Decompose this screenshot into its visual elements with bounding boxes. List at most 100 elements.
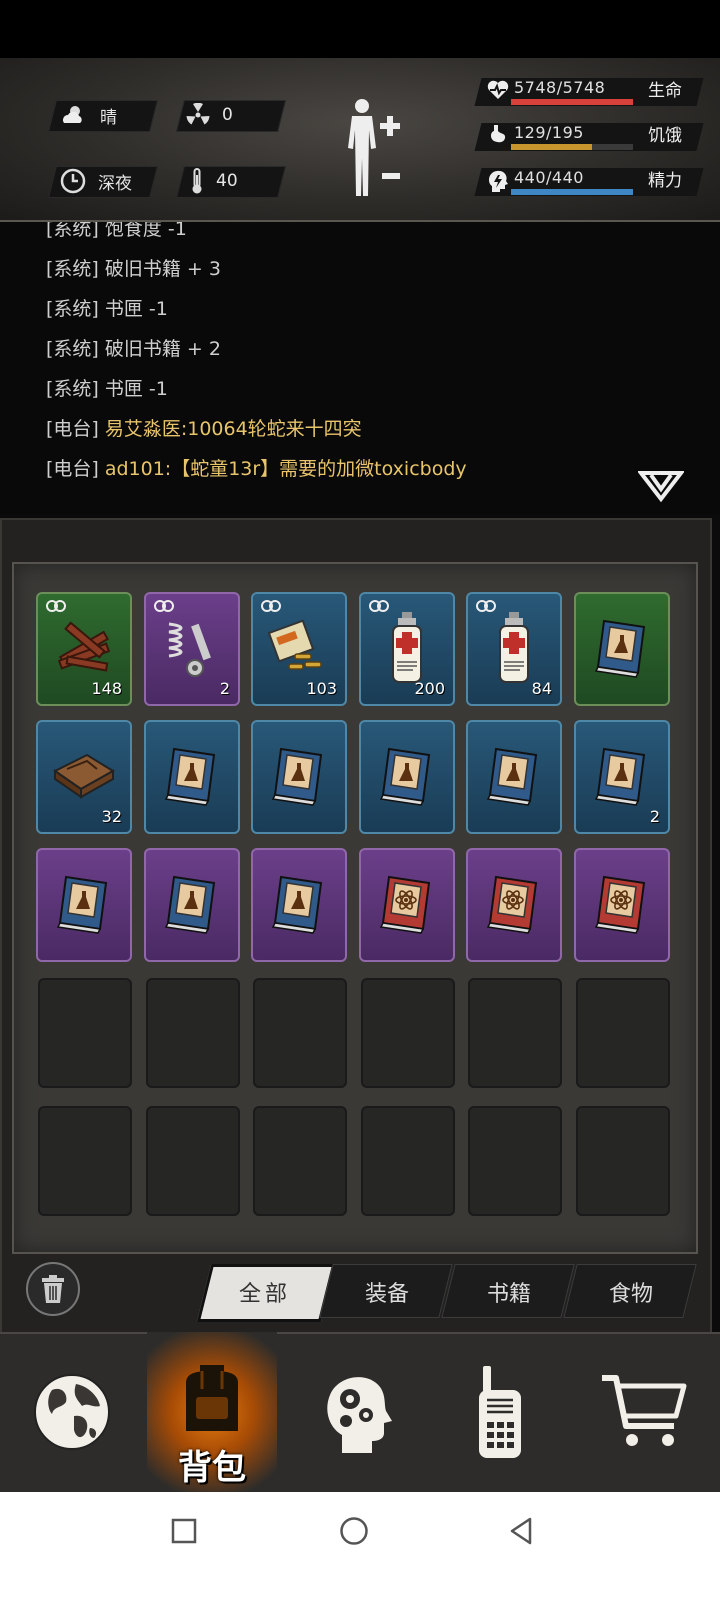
nav-skills-button[interactable]	[285, 1332, 429, 1492]
link-icon	[476, 600, 496, 612]
hunger-bar	[511, 144, 592, 150]
head-bolt-icon	[489, 170, 508, 192]
head-gears-icon	[327, 1377, 392, 1453]
heart-pulse-icon	[487, 80, 509, 99]
item-quantity: 200	[414, 679, 445, 698]
empty-inventory-slot[interactable]	[146, 1106, 240, 1216]
empty-inventory-slot[interactable]	[468, 1106, 562, 1216]
radio-icon	[479, 1366, 521, 1458]
item-quantity: 2	[219, 679, 230, 698]
log-tag: [系统]	[46, 378, 99, 400]
inventory-slot[interactable]	[144, 720, 240, 834]
human-figure-icon	[348, 99, 400, 196]
recent-apps-icon[interactable]	[171, 1518, 197, 1544]
nav-radio-button[interactable]	[428, 1332, 572, 1492]
inventory-slot[interactable]	[466, 720, 562, 834]
inventory-slot[interactable]: 148	[36, 592, 132, 706]
empty-inventory-slot[interactable]	[253, 1106, 347, 1216]
inventory-slot[interactable]: 32	[36, 720, 132, 834]
log-line: [系统] 破旧书籍 + 2	[46, 334, 221, 361]
log-line: [系统] 书匣 -1	[46, 294, 168, 321]
chemistry-book-icon	[484, 743, 544, 811]
home-icon[interactable]	[339, 1516, 369, 1546]
empty-inventory-slot[interactable]	[576, 978, 670, 1088]
globe-icon	[34, 1374, 110, 1450]
health-text: 5748/5748	[514, 78, 606, 97]
empty-inventory-slot[interactable]	[468, 978, 562, 1088]
item-quantity: 103	[306, 679, 337, 698]
empty-inventory-slot[interactable]	[38, 978, 132, 1088]
log-tag: [电台]	[46, 458, 99, 480]
stomach-icon	[491, 125, 506, 143]
nav-shop-button[interactable]	[572, 1332, 716, 1492]
log-message: ad101:【蛇童13r】需要的加微toxicbody	[104, 458, 467, 480]
log-message: 易艾淼医:10064轮蛇来十四突	[104, 418, 362, 440]
empty-inventory-slot[interactable]	[253, 978, 347, 1088]
empty-inventory-slot[interactable]	[576, 1106, 670, 1216]
inventory-slot[interactable]: 2	[144, 592, 240, 706]
log-tag: [系统]	[46, 222, 99, 240]
item-quantity: 2	[649, 807, 660, 826]
inventory-slot[interactable]	[359, 720, 455, 834]
nav-backpack-label: 背包	[178, 1448, 246, 1488]
body-status-button[interactable]	[340, 96, 410, 204]
weather-text: 晴	[100, 107, 117, 128]
trash-button[interactable]	[26, 1262, 80, 1316]
back-icon[interactable]	[508, 1516, 534, 1546]
health-stat: 5748/5748 生命	[474, 74, 708, 108]
chemistry-book-icon	[269, 743, 329, 811]
medical-spray-icon	[387, 610, 427, 688]
chemistry-book-icon	[162, 743, 222, 811]
inventory-slot[interactable]	[359, 848, 455, 962]
filter-tab-label: 书籍	[486, 1282, 531, 1307]
inventory-slot[interactable]: 2	[574, 720, 670, 834]
log-message: 书匣 -1	[104, 298, 168, 320]
inventory-grid: 148 2 103 200 84 32 2	[12, 562, 698, 1254]
inventory-slot[interactable]	[466, 848, 562, 962]
inventory-slot[interactable]: 103	[251, 592, 347, 706]
filter-tab-label: 食物	[608, 1282, 653, 1307]
ammo-box-icon	[265, 616, 333, 682]
link-icon	[154, 600, 174, 612]
inventory-slot[interactable]	[574, 848, 670, 962]
chemistry-book-icon	[592, 743, 652, 811]
inventory-slot[interactable]: 84	[466, 592, 562, 706]
chemistry-book-icon	[162, 871, 222, 939]
log-tag: [电台]	[46, 418, 99, 440]
spring-bolt-icon	[159, 614, 225, 684]
backpack-icon	[186, 1365, 238, 1431]
inventory-slot[interactable]	[251, 720, 347, 834]
inventory-slot[interactable]: 200	[359, 592, 455, 706]
empty-inventory-slot[interactable]	[38, 1106, 132, 1216]
item-quantity: 148	[91, 679, 122, 698]
atom-book-icon	[484, 871, 544, 939]
inventory-slot[interactable]	[251, 848, 347, 962]
expand-log-chevron-icon[interactable]	[638, 470, 684, 504]
chemistry-book-icon	[269, 871, 329, 939]
nav-world-button[interactable]	[0, 1332, 144, 1492]
empty-inventory-slot[interactable]	[361, 978, 455, 1088]
inventory-slot[interactable]	[144, 848, 240, 962]
log-line: [电台] ad101:【蛇童13r】需要的加微toxicbody	[46, 454, 467, 481]
inventory-slot[interactable]	[574, 592, 670, 706]
inventory-slot[interactable]	[36, 848, 132, 962]
empty-inventory-slot[interactable]	[361, 1106, 455, 1216]
energy-stat: 440/440 精力	[474, 164, 708, 198]
log-tag: [系统]	[46, 298, 99, 320]
message-log[interactable]: [系统] 饱食度 -1 [系统] 破旧书籍 + 3 [系统] 书匣 -1 [系统] 破旧书籍 …	[0, 222, 720, 514]
temperature-value: 40	[216, 171, 238, 191]
empty-inventory-slot[interactable]	[146, 978, 240, 1088]
system-nav-bar	[0, 1492, 720, 1600]
book-box-icon	[51, 747, 117, 807]
log-line: [电台] 易艾淼医:10064轮蛇来十四突	[46, 414, 362, 441]
log-tag: [系统]	[46, 338, 99, 360]
player-status-panel: 晴 0 深夜 40 5748/5748 生命 129/195 饥饿 440/44…	[0, 58, 720, 222]
log-line: [系统] 书匣 -1	[46, 374, 168, 401]
link-icon	[46, 600, 66, 612]
hunger-stat: 129/195 饥饿	[474, 119, 708, 153]
cloud-sun-icon	[63, 106, 82, 123]
energy-label: 精力	[648, 171, 682, 191]
hunger-label: 饥饿	[648, 126, 682, 146]
log-message: 书匣 -1	[104, 378, 168, 400]
energy-bar	[511, 189, 633, 195]
